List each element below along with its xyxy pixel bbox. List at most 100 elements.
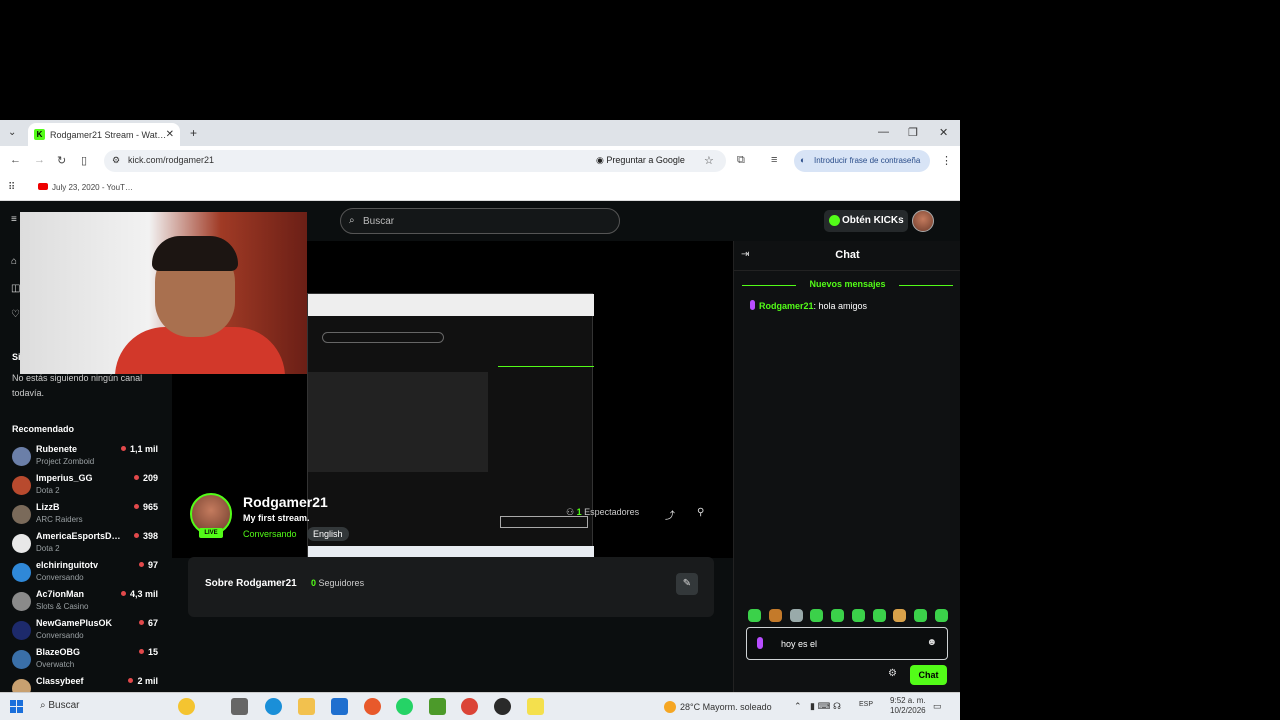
recommended-channel[interactable]: NewGamePlusOK Conversando 67 — [12, 618, 162, 647]
obs-icon[interactable] — [494, 698, 511, 715]
close-tab-icon[interactable]: ✕ — [166, 129, 174, 140]
split-view-icon[interactable]: ▯ — [81, 154, 87, 167]
back-icon[interactable]: ← — [10, 154, 21, 166]
send-chat-button[interactable]: Chat — [910, 665, 947, 685]
channel-avatar — [12, 563, 31, 582]
language-indicator[interactable]: ESP — [859, 701, 873, 708]
share-icon[interactable]: ⤴ — [665, 507, 675, 522]
emote-icon[interactable] — [934, 609, 948, 622]
recommended-channel[interactable]: Ac7ionMan Slots & Casino 4,3 mil — [12, 589, 162, 618]
file-explorer-icon[interactable] — [298, 698, 315, 715]
new-messages-label: Nuevos mensajes — [809, 279, 886, 289]
followers-number: 0 — [311, 578, 317, 588]
firefox-icon[interactable] — [364, 698, 381, 715]
media-control-icon[interactable]: ≡ — [771, 154, 777, 166]
edit-pencil-icon[interactable]: ✎ — [676, 573, 698, 595]
emote-icon[interactable] — [893, 609, 907, 622]
viewer-count: ⚇ 1 Espectadores — [566, 507, 639, 518]
recommended-channel[interactable]: elchiringuitotv Conversando 97 — [12, 560, 162, 589]
channel-avatar — [12, 476, 31, 495]
channel-category: ARC Raiders — [36, 515, 83, 524]
chat-input[interactable] — [781, 636, 911, 652]
about-panel: Sobre Rodgamer21 0 Seguidores ✎ — [188, 557, 714, 617]
tray-icons[interactable]: ▮ ⌨ ☊ — [810, 701, 841, 712]
task-view-icon[interactable] — [231, 698, 248, 715]
minimize-icon[interactable]: — — [878, 126, 889, 138]
windows-start-icon[interactable] — [10, 700, 23, 713]
emote-icon[interactable] — [851, 609, 865, 622]
notifications-icon[interactable]: ▭ — [933, 701, 942, 712]
inner-video — [308, 372, 488, 472]
apps-grid-icon[interactable]: ⠿ — [8, 182, 15, 193]
follow-user-icon[interactable]: ⚲ — [697, 507, 704, 518]
channel-avatar — [12, 447, 31, 466]
browser-menu-icon[interactable]: ⋮ — [941, 154, 952, 167]
get-kicks-button[interactable]: Obtén KICKs — [824, 210, 908, 232]
emote-icon[interactable] — [768, 609, 782, 622]
channel-category: Conversando — [36, 631, 84, 640]
tab-search-icon[interactable]: ⌄ — [8, 127, 16, 138]
copilot-icon[interactable] — [178, 698, 195, 715]
recommended-channel[interactable]: AmericaEsportsD… Dota 2 398 — [12, 531, 162, 560]
emoji-picker-icon[interactable]: ☻ — [926, 637, 937, 648]
channel-avatar — [12, 650, 31, 669]
browser-tab[interactable]: K Rodgamer21 Stream - Wat… ✕ — [28, 123, 180, 146]
emote-bar — [748, 609, 948, 623]
chat-settings-gear-icon[interactable]: ⚙ — [888, 668, 897, 679]
store-icon[interactable] — [331, 698, 348, 715]
minecraft-icon[interactable] — [429, 698, 446, 715]
chat-username[interactable]: Rodgamer21 — [759, 301, 814, 311]
mic-icon — [757, 637, 763, 649]
restore-icon[interactable]: ❐ — [908, 126, 918, 139]
webcam-overlay — [20, 212, 307, 374]
edge-icon[interactable] — [265, 698, 282, 715]
screen-share-content — [307, 293, 594, 558]
recommended-channel[interactable]: LizzB ARC Raiders 965 — [12, 502, 162, 531]
ask-google-button[interactable]: ◉ Preguntar a Google — [596, 155, 685, 166]
tray-arrow-icon[interactable]: ⌃ — [794, 701, 802, 712]
new-tab-icon[interactable]: + — [190, 126, 197, 140]
bookmark-item[interactable]: July 23, 2020 - YouT… — [38, 183, 133, 192]
inner-browser-chrome — [308, 294, 594, 316]
forward-icon[interactable]: → — [34, 154, 45, 166]
browser-tab-bar: ⌄ K Rodgamer21 Stream - Wat… ✕ + — ❐ ✕ — [0, 120, 960, 146]
language-tag[interactable]: English — [307, 527, 349, 541]
viewers-number: 1 — [576, 507, 582, 517]
channel-name: Ac7ionMan — [36, 589, 85, 599]
recommended-channel[interactable]: Imperius_GG Dota 2 209 — [12, 473, 162, 502]
home-icon[interactable]: ⌂ — [11, 256, 17, 267]
weather-widget[interactable]: 28°C Mayorm. soleado — [664, 701, 772, 713]
clock[interactable]: 9:52 a. m. 10/2/2026 — [890, 696, 926, 716]
recommended-channel[interactable]: BlazeOBG Overwatch 15 — [12, 647, 162, 676]
recommended-channel[interactable]: Rubenete Project Zomboid 1,1 mil — [12, 444, 162, 473]
search-input[interactable]: ⌕ Buscar — [340, 208, 620, 234]
extensions-icon[interactable]: ⧉ — [737, 154, 745, 167]
stream-category[interactable]: Conversando — [243, 529, 297, 539]
chat-header: ⇥ Chat — [734, 241, 960, 271]
following-icon[interactable]: ♡ — [11, 309, 20, 320]
chrome-icon[interactable] — [461, 698, 478, 715]
channel-name[interactable]: Rodgamer21 — [243, 494, 328, 510]
taskbar-search[interactable]: ⌕ Buscar — [40, 700, 80, 711]
menu-icon[interactable]: ≡ — [11, 214, 17, 225]
emote-icon[interactable] — [872, 609, 886, 622]
viewer-count: 209 — [134, 473, 158, 483]
emote-icon[interactable] — [789, 609, 803, 622]
window-close-icon[interactable]: ✕ — [939, 126, 948, 139]
chat-input-box[interactable]: ☻ — [746, 627, 948, 660]
reload-icon[interactable]: ↻ — [57, 154, 66, 167]
recommended-title: Recomendado — [12, 424, 75, 434]
whatsapp-icon[interactable] — [396, 698, 413, 715]
following-empty-text: No estás siguiendo ningún canal todavía. — [12, 373, 143, 398]
bookmark-star-icon[interactable]: ☆ — [704, 154, 714, 167]
youtube-icon — [38, 183, 48, 190]
emote-icon[interactable] — [748, 609, 761, 622]
password-chip[interactable]: ◐ Introducir frase de contraseña — [794, 150, 930, 172]
site-info-icon[interactable]: ⚙ — [112, 155, 120, 166]
emote-icon[interactable] — [914, 609, 928, 622]
user-avatar[interactable] — [912, 210, 934, 232]
emote-icon[interactable] — [831, 609, 845, 622]
get-kicks-label: Obtén KICKs — [842, 215, 904, 226]
emote-icon[interactable] — [810, 609, 824, 622]
app-icon[interactable] — [527, 698, 544, 715]
